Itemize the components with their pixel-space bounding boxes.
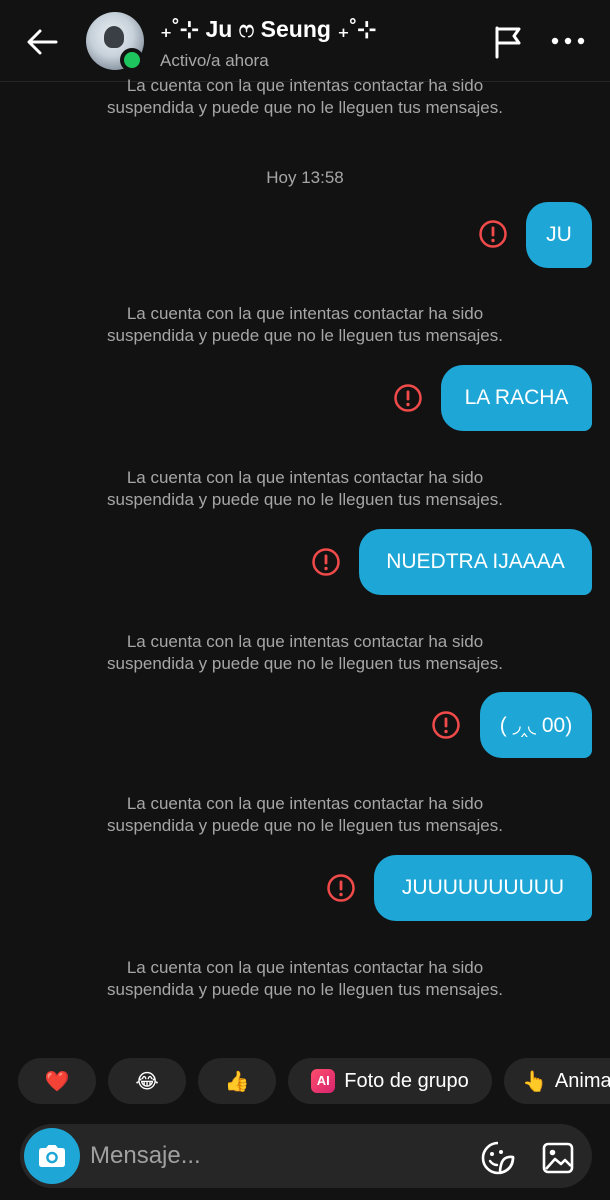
suspension-notice: La cuenta con la que intentas contactar … [0, 793, 610, 837]
thumbs-up-icon: 👍 [224, 1070, 250, 1093]
notice-line: suspendida y puede que no le lleguen tus… [106, 326, 503, 345]
error-icon[interactable] [326, 873, 356, 903]
error-icon[interactable] [311, 547, 341, 577]
animate-label: Anima [554, 1069, 610, 1092]
thumbs-up-reaction-chip[interactable]: 👍 [198, 1058, 276, 1104]
error-icon[interactable] [431, 710, 461, 740]
suspension-notice: La cuenta con la que intentas contactar … [0, 467, 610, 511]
suspension-notice: La cuenta con la que intentas contactar … [0, 957, 610, 1001]
contact-status: Activo/a ahora [160, 51, 269, 70]
notice-line: suspendida y puede que no le lleguen tus… [106, 490, 503, 509]
chat-header: ₊˚⊹ Ju ෆ Seung ₊˚⊹ Activo/a ahora [0, 0, 610, 82]
gallery-icon [542, 1142, 574, 1174]
gallery-button[interactable] [540, 1140, 576, 1176]
message-bubble[interactable]: NUEDTRA IJAAAA [359, 529, 592, 595]
back-button[interactable] [22, 22, 62, 62]
flag-icon [495, 26, 521, 59]
message-composer [20, 1124, 592, 1188]
contact-name[interactable]: ₊˚⊹ Ju ෆ Seung ₊˚⊹ [160, 16, 376, 43]
notice-line: La cuenta con la que intentas contactar … [126, 794, 484, 813]
notice-line: suspendida y puede que no le lleguen tus… [106, 654, 503, 673]
notice-line: La cuenta con la que intentas contactar … [126, 76, 484, 95]
sticker-icon [481, 1141, 515, 1175]
camera-icon [39, 1145, 65, 1167]
group-photo-label: Foto de grupo [344, 1069, 469, 1092]
message-bubble[interactable]: ( ◞‸◟ 00) [480, 692, 592, 758]
notice-line: La cuenta con la que intentas contactar … [126, 632, 484, 651]
online-status-dot [120, 48, 144, 72]
notice-line: La cuenta con la que intentas contactar … [126, 468, 484, 487]
animate-chip[interactable]: 👆 Anima [504, 1058, 610, 1104]
camera-button[interactable] [24, 1128, 80, 1184]
message-bubble[interactable]: JU [526, 202, 592, 268]
suspension-notice: La cuenta con la que intentas contactar … [0, 303, 610, 347]
laugh-reaction-chip[interactable]: 😂 [108, 1058, 186, 1104]
error-icon[interactable] [393, 383, 423, 413]
arrow-left-icon [27, 29, 58, 55]
group-photo-chip[interactable]: AI Foto de grupo [288, 1058, 492, 1104]
notice-line: La cuenta con la que intentas contactar … [126, 958, 484, 977]
sticker-button[interactable] [480, 1140, 516, 1176]
notice-line: suspendida y puede que no le lleguen tus… [106, 816, 503, 835]
pointing-hand-icon: 👆 [522, 1070, 547, 1093]
heart-reaction-chip[interactable]: ❤️ [18, 1058, 96, 1104]
suspension-notice: La cuenta con la que intentas contactar … [0, 75, 610, 119]
message-bubble[interactable]: JUUUUUUUUUU [374, 855, 592, 921]
laughing-emoji-icon: 😂 [135, 1070, 159, 1093]
message-timestamp: Hoy 13:58 [266, 168, 344, 187]
error-icon[interactable] [478, 219, 508, 249]
message-input[interactable] [90, 1138, 460, 1174]
report-flag-button[interactable] [492, 24, 526, 60]
quick-replies-bar: ❤️ 😂 👍 AI Foto de grupo 👆 Anima [0, 1058, 610, 1104]
notice-line: La cuenta con la que intentas contactar … [126, 304, 484, 323]
ai-icon: AI [311, 1069, 336, 1093]
more-options-button[interactable] [550, 28, 586, 54]
heart-icon: ❤️ [44, 1070, 70, 1093]
notice-line: suspendida y puede que no le lleguen tus… [106, 980, 503, 999]
suspension-notice: La cuenta con la que intentas contactar … [0, 631, 610, 675]
message-bubble[interactable]: LA RACHA [441, 365, 592, 431]
more-horizontal-icon [551, 37, 585, 45]
notice-line: suspendida y puede que no le lleguen tus… [106, 98, 503, 117]
